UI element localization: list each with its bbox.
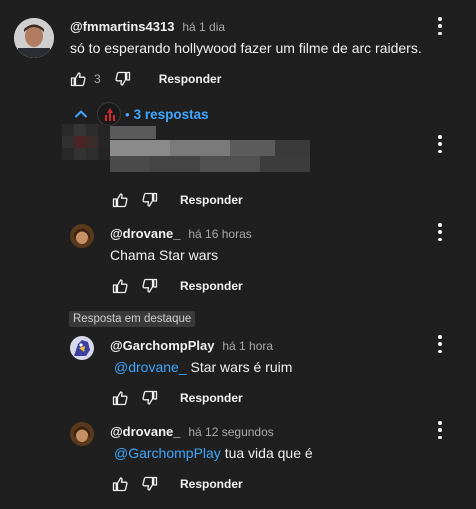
comment-actions: Responder bbox=[112, 192, 243, 208]
comment-text: @GarchompPlay tua vida que é bbox=[114, 445, 313, 461]
comment-text: Chama Star wars bbox=[110, 247, 219, 263]
replies-toggle[interactable]: • 3 respostas bbox=[73, 102, 209, 126]
thumbs-down-icon[interactable] bbox=[115, 71, 131, 87]
comment-text: @drovane_ Star wars é ruim bbox=[114, 359, 292, 375]
avatar[interactable] bbox=[70, 224, 94, 248]
creator-avatar bbox=[97, 102, 121, 126]
highlighted-reply-badge: Resposta em destaque bbox=[69, 311, 196, 327]
thumbs-up-icon[interactable] bbox=[112, 192, 128, 208]
thumbs-down-icon[interactable] bbox=[142, 278, 158, 294]
avatar-image bbox=[62, 124, 110, 160]
comment-time[interactable]: há 1 hora bbox=[222, 339, 273, 353]
thumbs-down-icon[interactable] bbox=[142, 476, 158, 492]
avatar[interactable] bbox=[62, 124, 110, 172]
comment-actions: Responder bbox=[112, 278, 243, 294]
comment-header: @drovane_ há 12 segundos bbox=[110, 423, 274, 439]
thumbs-up-icon[interactable] bbox=[112, 278, 128, 294]
reply-button[interactable]: Responder bbox=[180, 477, 243, 491]
avatar-image bbox=[70, 224, 94, 248]
comment-author[interactable]: @drovane_ bbox=[110, 226, 180, 241]
comment-time[interactable]: há 12 segundos bbox=[188, 425, 273, 439]
censored-comment-text bbox=[110, 140, 310, 172]
more-vert-icon[interactable] bbox=[437, 135, 443, 153]
thumbs-down-icon[interactable] bbox=[142, 390, 158, 406]
thumbs-up-icon[interactable] bbox=[112, 390, 128, 406]
comment-body: Star wars é ruim bbox=[186, 359, 293, 375]
mention-link[interactable]: @GarchompPlay bbox=[114, 445, 221, 461]
comment-header: @drovane_ há 16 horas bbox=[110, 225, 252, 241]
reply-button[interactable]: Responder bbox=[180, 391, 243, 405]
comment-author[interactable]: @fmmartins4313 bbox=[70, 19, 174, 34]
comment-header: @GarchompPlay há 1 hora bbox=[110, 337, 273, 353]
comment-actions: Responder bbox=[112, 476, 243, 492]
censored-author bbox=[110, 126, 156, 139]
comment-text: só to esperando hollywood fazer um filme… bbox=[70, 40, 422, 56]
comment-body: tua vida que é bbox=[220, 445, 313, 461]
comment-header: @fmmartins4313 há 1 dia bbox=[70, 18, 225, 34]
thumbs-up-icon[interactable] bbox=[70, 71, 86, 87]
more-vert-icon[interactable] bbox=[437, 223, 443, 241]
reply-button[interactable]: Responder bbox=[180, 193, 243, 207]
replies-count-label: 3 respostas bbox=[133, 106, 209, 122]
thumbs-down-icon[interactable] bbox=[142, 192, 158, 208]
avatar-image bbox=[70, 336, 94, 360]
avatar[interactable] bbox=[70, 336, 94, 360]
comment-time[interactable]: há 1 dia bbox=[182, 20, 225, 34]
chevron-up-icon bbox=[74, 110, 88, 118]
thumbs-up-icon[interactable] bbox=[112, 476, 128, 492]
avatar[interactable] bbox=[70, 422, 94, 446]
mention-link[interactable]: @drovane_ bbox=[114, 359, 187, 375]
reply-button[interactable]: Responder bbox=[159, 72, 222, 86]
more-vert-icon[interactable] bbox=[437, 17, 443, 35]
replies-separator: • bbox=[125, 106, 130, 122]
comment-actions: 3 Responder bbox=[70, 71, 221, 87]
comment-author[interactable]: @drovane_ bbox=[110, 424, 180, 439]
like-count: 3 bbox=[94, 72, 101, 86]
reply-button[interactable]: Responder bbox=[180, 279, 243, 293]
comment-actions: Responder bbox=[112, 390, 243, 406]
more-vert-icon[interactable] bbox=[437, 421, 443, 439]
comment-author[interactable]: @GarchompPlay bbox=[110, 338, 214, 353]
avatar[interactable] bbox=[14, 18, 54, 58]
more-vert-icon[interactable] bbox=[437, 335, 443, 353]
avatar-image bbox=[70, 422, 94, 446]
comment-time[interactable]: há 16 horas bbox=[188, 227, 251, 241]
avatar-image bbox=[14, 18, 54, 58]
